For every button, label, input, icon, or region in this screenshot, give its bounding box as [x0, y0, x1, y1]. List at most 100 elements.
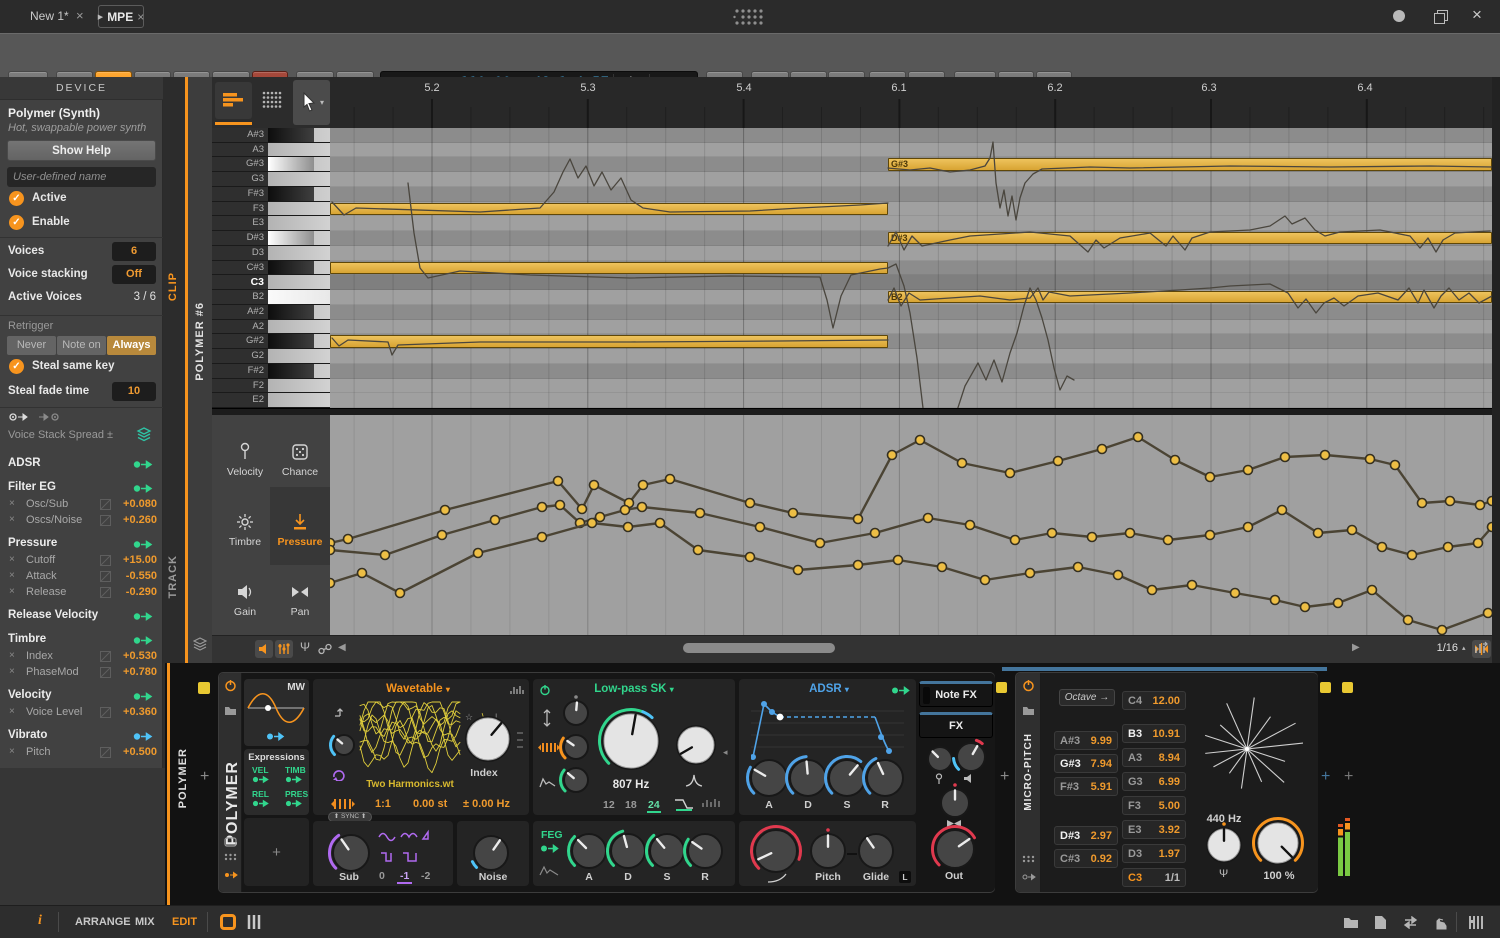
pressure-point[interactable]	[381, 551, 390, 560]
piano-key-G3[interactable]: G3	[212, 172, 330, 187]
pressure-point[interactable]	[666, 475, 675, 484]
pressure-point[interactable]	[1088, 533, 1097, 542]
expression-tab-timbre[interactable]: Timbre	[217, 510, 273, 556]
wt-index-knob[interactable]	[459, 710, 517, 768]
pitch-row-F#3[interactable]: F#35.91	[1054, 777, 1118, 796]
pressure-point[interactable]	[696, 509, 705, 518]
expression-tab-pan[interactable]: Pan	[272, 580, 328, 626]
pressure-point[interactable]	[1148, 586, 1157, 595]
pressure-point[interactable]	[924, 514, 933, 523]
mod-target-row[interactable]: ×Index+0.530	[0, 649, 163, 665]
enable-checkbox[interactable]: ✓	[9, 215, 24, 230]
pitch-row-A#3[interactable]: A#39.99	[1054, 731, 1118, 750]
mw-modulator[interactable]: MW	[244, 679, 309, 746]
pitch-star-display[interactable]	[1191, 689, 1303, 809]
mod-target-row[interactable]: ×PhaseMod+0.780	[0, 665, 163, 681]
pressure-point[interactable]	[1171, 456, 1180, 465]
keytrack-icon[interactable]	[333, 707, 347, 719]
add-device-end-button2[interactable]: +	[1344, 768, 1353, 786]
pitch-value[interactable]: 6.99	[1159, 776, 1180, 788]
tab-new1-label[interactable]: New 1*	[30, 9, 69, 23]
tab-new1-close-icon[interactable]: ×	[76, 8, 84, 23]
cutoff-value[interactable]: 807 Hz	[601, 779, 661, 791]
pressure-point[interactable]	[958, 459, 967, 468]
pressure-point[interactable]	[590, 481, 599, 490]
mod-sources-tab-icon[interactable]	[8, 411, 32, 424]
sub-level-knob[interactable]	[326, 828, 376, 878]
pressure-point[interactable]	[588, 519, 597, 528]
filter-env-icon[interactable]	[539, 777, 557, 789]
key-surface[interactable]	[268, 157, 330, 171]
key-surface[interactable]	[268, 290, 330, 304]
phase-random-icon[interactable]	[331, 767, 345, 781]
gain-knob[interactable]	[950, 736, 992, 778]
mod-source-release-velocity[interactable]: Release Velocity	[0, 608, 163, 625]
key-surface[interactable]	[268, 202, 330, 216]
retrigger-option-note-on[interactable]: Note on	[57, 336, 106, 355]
horizontal-scrollbar[interactable]	[683, 643, 835, 653]
mod-amount-value[interactable]: +0.260	[113, 514, 157, 526]
voice-stack-spread-icon[interactable]	[136, 427, 152, 442]
mod-target-row[interactable]: ×Cutoff+15.00	[0, 553, 163, 569]
device-name-input[interactable]: User-defined name	[7, 167, 156, 187]
remote-controls-icon[interactable]	[224, 837, 237, 847]
pressure-point[interactable]	[746, 553, 755, 562]
mod-source-filter-eg[interactable]: Filter EG	[0, 480, 163, 497]
pressure-point[interactable]	[491, 516, 500, 525]
voices-value[interactable]: 6	[112, 242, 156, 261]
fx-button[interactable]: FX	[919, 712, 993, 738]
key-surface[interactable]	[268, 246, 330, 260]
pitch-value[interactable]: 7.94	[1091, 758, 1112, 770]
mod-arrow-icon[interactable]	[133, 459, 155, 470]
pitch-row-B3[interactable]: B310.91	[1122, 724, 1186, 743]
pressure-point[interactable]	[358, 569, 367, 578]
slope-12[interactable]: 12	[603, 799, 615, 811]
piano-key-E3[interactable]: E3	[212, 216, 330, 231]
piano-key-F2[interactable]: F2	[212, 379, 330, 394]
amount-knob[interactable]	[1250, 815, 1306, 871]
pressure-point[interactable]	[1098, 445, 1107, 454]
pitch-row-C4[interactable]: C412.00	[1122, 691, 1186, 710]
pressure-point[interactable]	[888, 451, 897, 460]
expression-tab-gain[interactable]: Gain	[217, 580, 273, 626]
mod-arrow-icon[interactable]	[133, 731, 155, 742]
remove-mod-icon[interactable]: ×	[9, 650, 15, 661]
remove-mod-icon[interactable]: ×	[9, 746, 15, 757]
octave-mode-select[interactable]: Octave →	[1059, 689, 1115, 706]
window-close-icon[interactable]: ×	[1472, 5, 1482, 25]
mod-source-pressure[interactable]: Pressure	[0, 536, 163, 553]
mod-amount-value[interactable]: +0.500	[113, 746, 157, 758]
env-curve-knob[interactable]	[748, 823, 804, 879]
mod-arrow-icon[interactable]	[133, 691, 155, 702]
pressure-point[interactable]	[639, 481, 648, 490]
pressure-point[interactable]	[1391, 461, 1400, 470]
browser-folder-icon[interactable]	[1343, 916, 1359, 929]
wt-pitchmod-knob[interactable]	[327, 728, 361, 762]
glide-legato-badge[interactable]: L	[899, 871, 911, 883]
filter-resonance-knob[interactable]	[670, 719, 722, 771]
env-type-select[interactable]: ADSR ▾	[779, 683, 879, 695]
link-icon[interactable]	[318, 643, 332, 655]
piano-key-G#2[interactable]: G#2	[212, 334, 330, 349]
wavetable-display[interactable]	[351, 699, 469, 781]
pressure-point[interactable]	[854, 561, 863, 570]
mod-amount-value[interactable]: +0.780	[113, 666, 157, 678]
remove-mod-icon[interactable]: ×	[9, 706, 15, 717]
mw-mod-arrow-icon[interactable]	[266, 731, 286, 742]
pitch-row-D#3[interactable]: D#32.97	[1054, 826, 1118, 845]
mod-target-row[interactable]: ×Osc/Sub+0.080	[0, 497, 163, 513]
pressure-point[interactable]	[1281, 453, 1290, 462]
pitch-knob[interactable]	[804, 827, 852, 875]
power-icon[interactable]	[224, 679, 237, 692]
remove-mod-icon[interactable]: ×	[9, 498, 15, 509]
pressure-point[interactable]	[1134, 433, 1143, 442]
prev-arrow-icon[interactable]: ◀	[338, 642, 346, 653]
feg-mod-arrow-icon[interactable]	[540, 843, 562, 854]
retrigger-option-always[interactable]: Always	[107, 336, 156, 355]
slope-18[interactable]: 18	[625, 799, 637, 811]
pressure-point[interactable]	[1074, 563, 1083, 572]
pitch-value[interactable]: 5.91	[1091, 781, 1112, 793]
tab-mpe[interactable]: ▶ MPE ×	[98, 5, 144, 28]
slope-24[interactable]: 24	[647, 799, 661, 813]
pressure-point[interactable]	[1126, 529, 1135, 538]
